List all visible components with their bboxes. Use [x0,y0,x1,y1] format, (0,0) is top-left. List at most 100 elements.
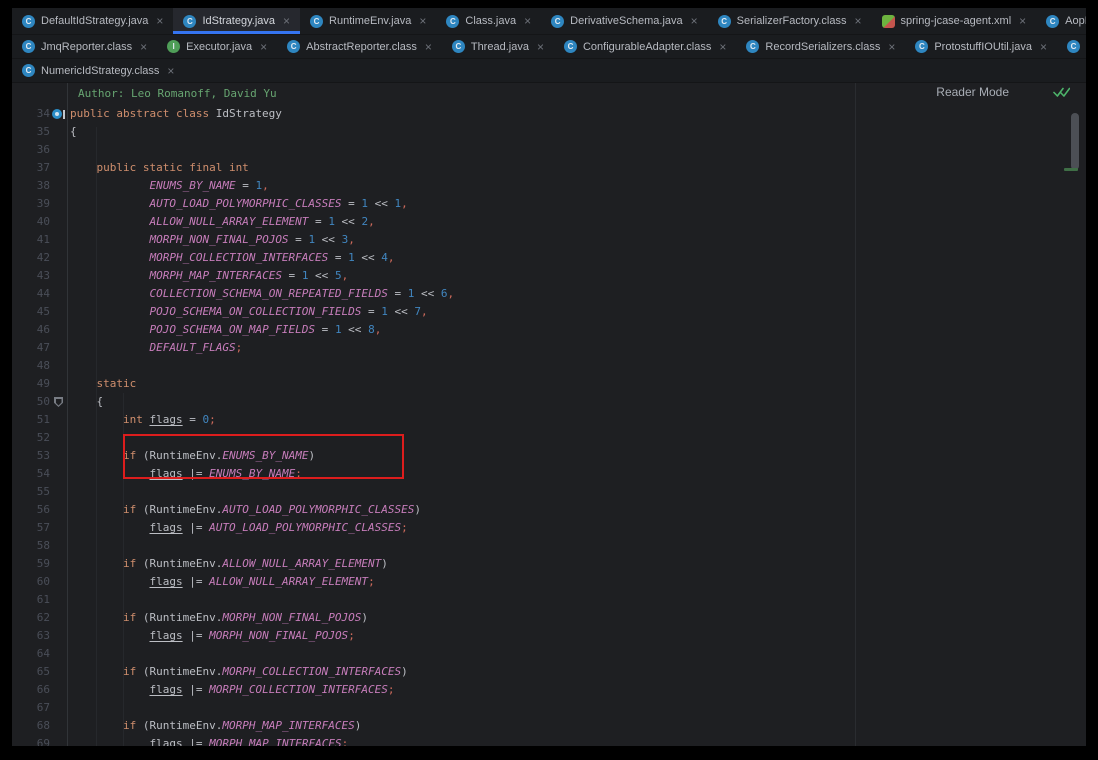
line-number[interactable]: 55 [12,483,50,501]
tab-close-icon[interactable]: × [425,41,432,53]
tab-class-java[interactable]: CClass.java× [436,8,541,34]
line-number[interactable]: 47 [12,339,50,357]
java-class-icon: C [310,15,323,28]
line-number[interactable]: 67 [12,699,50,717]
gutter-cell [50,249,67,267]
line-number[interactable]: 37 [12,159,50,177]
code-token [70,287,149,300]
tab-spring-jcase-agent-xml[interactable]: spring-jcase-agent.xml× [872,8,1037,34]
line-number[interactable]: 36 [12,141,50,159]
code-token [70,521,149,534]
gutter-cell [50,699,67,717]
line-number[interactable]: 41 [12,231,50,249]
tab-close-icon[interactable]: × [156,15,163,27]
tab-derivativeschema-java[interactable]: CDerivativeSchema.java× [541,8,708,34]
code-line: 37 public static final int [12,159,1086,177]
line-number[interactable]: 65 [12,663,50,681]
line-number[interactable]: 45 [12,303,50,321]
code-line: 67 [12,699,1086,717]
line-number[interactable]: 39 [12,195,50,213]
line-number[interactable]: 53 [12,447,50,465]
tab-close-icon[interactable]: × [888,41,895,53]
line-number[interactable]: 64 [12,645,50,663]
line-number[interactable]: 60 [12,573,50,591]
tab-close-icon[interactable]: × [524,15,531,27]
line-number[interactable]: 49 [12,375,50,393]
tab-close-icon[interactable]: × [1040,41,1047,53]
code-token: (RuntimeEnv. [143,611,222,624]
line-number[interactable]: 68 [12,717,50,735]
line-number[interactable]: 44 [12,285,50,303]
line-number[interactable]: 61 [12,591,50,609]
line-number[interactable] [12,83,50,105]
line-number[interactable]: 66 [12,681,50,699]
tab-close-icon[interactable]: × [854,15,861,27]
line-number[interactable]: 52 [12,429,50,447]
tab-close-icon[interactable]: × [691,15,698,27]
code-text [67,141,70,159]
line-number[interactable]: 51 [12,411,50,429]
line-number[interactable]: 38 [12,177,50,195]
gutter-cell [50,555,67,573]
tab-serializerfactory-class[interactable]: CSerializerFactory.class× [708,8,872,34]
code-token: << [368,197,395,210]
line-number[interactable]: 34 [12,105,50,123]
java-class-icon: C [452,40,465,53]
code-editor[interactable]: Author: Leo Romanoff, David Yu34public a… [12,83,1086,746]
tab-close-icon[interactable]: × [260,41,267,53]
tab-jmqreporter-class[interactable]: CJmqReporter.class× [12,35,157,58]
analysis-stripe-mark[interactable] [1064,168,1078,171]
tab-close-icon[interactable]: × [537,41,544,53]
code-token: public abstract class [70,107,216,120]
tab-close-icon[interactable]: × [1019,15,1026,27]
line-number[interactable]: 48 [12,357,50,375]
code-token: MORPH_COLLECTION_INTERFACES [222,665,401,678]
line-number[interactable]: 58 [12,537,50,555]
tab-close-icon[interactable]: × [283,15,290,27]
line-number[interactable]: 54 [12,465,50,483]
tab-aoprecordadvisor-class[interactable]: CAopRecordAdvisor.class× [1036,8,1086,34]
line-number[interactable]: 59 [12,555,50,573]
line-number[interactable]: 40 [12,213,50,231]
tab-executor-java[interactable]: IExecutor.java× [157,35,277,58]
tab-idstrategy-java[interactable]: CIdStrategy.java× [173,8,300,34]
code-token: flags [149,629,182,642]
gutter-cell [50,465,67,483]
line-number[interactable]: 46 [12,321,50,339]
code-line: 59 if (RuntimeEnv.ALLOW_NULL_ARRAY_ELEME… [12,555,1086,573]
code-text: if (RuntimeEnv.MORPH_MAP_INTERFACES) [67,717,361,735]
tab-defaultidstrategy-java[interactable]: CDefaultIdStrategy.java× [12,8,173,34]
line-number[interactable]: 35 [12,123,50,141]
tab-close-icon[interactable]: × [167,65,174,77]
tab-close-icon[interactable]: × [719,41,726,53]
code-token: MORPH_NON_FINAL_POJOS [149,233,288,246]
line-number[interactable]: 50 [12,393,50,411]
line-number[interactable]: 56 [12,501,50,519]
line-number[interactable]: 57 [12,519,50,537]
line-number[interactable]: 62 [12,609,50,627]
code-token [70,323,149,336]
tab-configurableadapter-class[interactable]: CConfigurableAdapter.class× [554,35,736,58]
tab-thread-java[interactable]: CThread.java× [442,35,554,58]
line-number[interactable]: 43 [12,267,50,285]
tab-explicitidstrategy-class[interactable]: CExplicitIdStrategy.class× [1057,35,1086,58]
folding-gutter-icon[interactable] [54,397,63,407]
line-number[interactable]: 42 [12,249,50,267]
tab-protostuffioutil-java[interactable]: CProtostuffIOUtil.java× [905,35,1057,58]
reader-mode-widget[interactable]: Reader Mode [936,85,1070,99]
tab-recordserializers-class[interactable]: CRecordSerializers.class× [736,35,905,58]
tab-abstractreporter-class[interactable]: CAbstractReporter.class× [277,35,442,58]
scrollbar-thumb[interactable] [1071,113,1079,170]
code-token: = [361,305,381,318]
line-number[interactable]: 69 [12,735,50,746]
implementations-gutter-icon[interactable] [52,109,62,119]
line-number[interactable]: 63 [12,627,50,645]
tab-numericidstrategy-class[interactable]: CNumericIdStrategy.class× [12,59,184,82]
code-text: if (RuntimeEnv.MORPH_NON_FINAL_POJOS) [67,609,368,627]
editor-tab-bar: CDefaultIdStrategy.java×CIdStrategy.java… [12,8,1086,83]
code-token [70,557,123,570]
tab-runtimeenv-java[interactable]: CRuntimeEnv.java× [300,8,436,34]
code-line: 41 MORPH_NON_FINAL_POJOS = 1 << 3, [12,231,1086,249]
tab-close-icon[interactable]: × [140,41,147,53]
tab-close-icon[interactable]: × [419,15,426,27]
